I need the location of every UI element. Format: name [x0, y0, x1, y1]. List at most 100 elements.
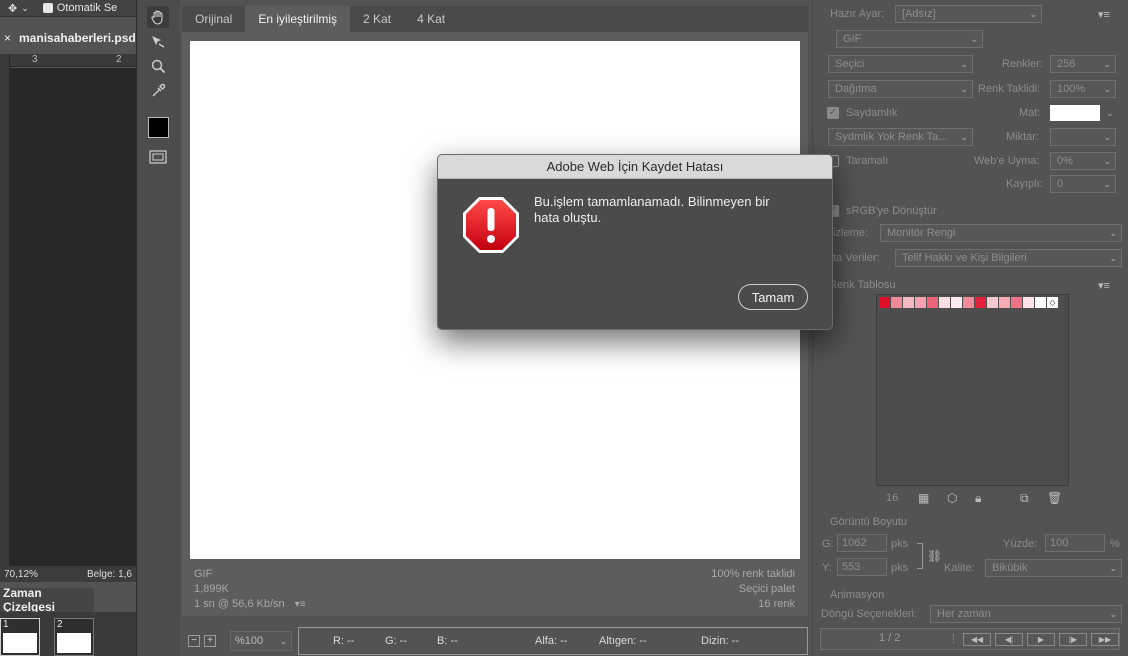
document-tab[interactable]: × manisahaberleri.psd — [0, 28, 136, 48]
previous-frame-button[interactable]: ◀| — [995, 633, 1023, 646]
dither-amount-value: 100% — [1057, 83, 1086, 95]
color-swatch[interactable] — [1011, 297, 1022, 308]
eyedropper-color-swatch[interactable] — [148, 117, 169, 138]
ruler-mark: 3 — [32, 54, 38, 65]
hand-tool-icon[interactable] — [147, 6, 169, 28]
ruler-mark: 2 — [116, 54, 122, 65]
width-input[interactable]: 1062 — [837, 534, 887, 552]
colors-dropdown[interactable]: 256 ⌄ — [1050, 55, 1116, 73]
chevron-down-icon: ⌄ — [279, 635, 287, 646]
frame-thumbnail — [3, 633, 37, 653]
color-count: 16 — [886, 492, 899, 504]
matte-dropdown[interactable]: ⌄ — [1102, 104, 1116, 122]
chevron-down-icon[interactable]: ⌄ — [21, 3, 29, 14]
matte-color-swatch[interactable] — [1050, 105, 1100, 121]
timeline-frame[interactable]: 1 — [0, 618, 40, 656]
resample-quality-value: Bikübik — [992, 562, 1028, 574]
color-swatch[interactable] — [963, 297, 974, 308]
tab-original[interactable]: Orijinal — [182, 6, 245, 32]
toggle-slices-icon[interactable] — [147, 146, 169, 168]
preview-mode-value: Monitör Rengi — [887, 227, 956, 239]
timeline-panel-tab[interactable]: Zaman Çizelgesi — [0, 586, 94, 614]
resample-quality-dropdown[interactable]: Bikübik ⌄ — [985, 559, 1122, 577]
timeline-frame[interactable]: 2 — [54, 618, 94, 656]
web-snap-dropdown[interactable]: 0% ⌄ — [1050, 152, 1116, 170]
divider — [953, 634, 956, 644]
color-swatch[interactable] — [939, 297, 950, 308]
color-swatch[interactable] — [903, 297, 914, 308]
frame-number: 1 — [3, 619, 9, 630]
tab-4-up[interactable]: 4 Kat — [404, 6, 458, 32]
transparency-checkbox[interactable]: ✓ — [827, 107, 839, 119]
timeline-panel: 1 2 — [0, 612, 136, 656]
color-swatch[interactable] — [1023, 297, 1034, 308]
tab-optimized[interactable]: En iyileştirilmiş — [245, 6, 351, 32]
move-tool-icon[interactable]: ✥ — [8, 2, 17, 15]
amount-dropdown[interactable]: ⌄ — [1050, 128, 1116, 146]
eyedropper-tool-icon[interactable] — [147, 80, 169, 102]
color-reduction-dropdown[interactable]: Seçici ⌄ — [828, 55, 973, 73]
transparency-dither-dropdown[interactable]: Sydmlık Yok Renk Ta... ⌄ — [828, 128, 973, 146]
zoom-in-button[interactable]: + — [204, 635, 216, 647]
readout-r: R: -- — [333, 635, 355, 647]
trash-icon[interactable]: 🗑︎ — [1047, 491, 1062, 505]
color-swatch[interactable] — [891, 297, 902, 308]
color-swatch[interactable] — [999, 297, 1010, 308]
zoom-tool-icon[interactable] — [147, 55, 169, 77]
cube-icon[interactable]: ⬡ — [947, 491, 957, 505]
web-shift-icon[interactable]: ▦ — [918, 491, 929, 505]
frame-number: 2 — [57, 619, 63, 630]
metadata-dropdown[interactable]: Telif Hakkı ve Kişi Bilgileri ⌄ — [895, 249, 1122, 267]
zoom-level-value: %100 — [235, 635, 264, 647]
chevron-down-icon: ⌄ — [960, 58, 968, 69]
color-swatch[interactable] — [1035, 297, 1046, 308]
preset-dropdown[interactable]: [Adsız] ⌄ — [895, 5, 1042, 23]
preview-mode-dropdown[interactable]: Monitör Rengi ⌄ — [880, 224, 1122, 242]
lock-icon[interactable]: 🔒︎ — [975, 491, 981, 506]
chevron-down-icon: ⌄ — [1109, 608, 1117, 619]
optimization-info: GIF 1,899K 1 sn @ 56,6 Kb/sn ▾≡ — [194, 567, 454, 612]
color-swatch[interactable] — [915, 297, 926, 308]
lossy-label: Kayıplı: — [1006, 178, 1043, 190]
color-table: ◇ — [876, 294, 1069, 486]
zoom-readout: 70,12% — [4, 568, 38, 580]
preview-tabs: Orijinal En iyileştirilmiş 2 Kat 4 Kat — [182, 6, 808, 32]
zoom-out-button[interactable]: − — [188, 635, 200, 647]
file-format-dropdown[interactable]: GIF ⌄ — [836, 30, 983, 48]
color-swatch[interactable] — [927, 297, 938, 308]
color-swatch[interactable] — [951, 297, 962, 308]
color-swatch[interactable] — [879, 297, 890, 308]
link-icon[interactable]: ⛓︎ — [927, 549, 942, 563]
ok-button[interactable]: Tamam — [738, 284, 808, 310]
color-table-menu-icon[interactable]: ▾≡ — [1098, 279, 1110, 292]
download-speed-menu-icon[interactable]: ▾≡ — [295, 597, 306, 612]
zoom-level-dropdown[interactable]: %100 ⌄ — [230, 631, 292, 651]
height-label: Y: — [822, 562, 832, 574]
height-input[interactable]: 553 — [837, 558, 887, 576]
tab-2-up[interactable]: 2 Kat — [350, 6, 404, 32]
image-size-title: Görüntü Boyutu — [830, 516, 908, 528]
dither-algorithm-dropdown[interactable]: Dağıtma ⌄ — [828, 80, 973, 98]
auto-select-checkbox[interactable] — [42, 3, 53, 13]
next-frame-button[interactable]: |▶ — [1059, 633, 1087, 646]
play-button[interactable]: ▶ — [1027, 633, 1055, 646]
panel-menu-icon[interactable]: ▾≡ — [1098, 8, 1110, 21]
ps-canvas[interactable] — [10, 68, 136, 566]
chevron-down-icon: ⌄ — [970, 33, 978, 44]
document-info: Belge: 1,6 — [86, 568, 132, 580]
first-frame-button[interactable]: ◀◀ — [963, 633, 991, 646]
last-frame-button[interactable]: ▶▶ — [1091, 633, 1119, 646]
web-snap-label: Web'e Uyma: — [974, 155, 1040, 167]
info-file-size: 1,899K — [194, 583, 229, 595]
percent-input[interactable]: 100 — [1045, 534, 1105, 552]
new-color-icon[interactable]: ⧉ — [1020, 491, 1029, 506]
slice-select-tool-icon[interactable] — [147, 30, 169, 52]
transparent-color-swatch[interactable]: ◇ — [1047, 297, 1058, 308]
loop-dropdown[interactable]: Her zaman ⌄ — [930, 605, 1122, 623]
color-swatch[interactable] — [975, 297, 986, 308]
dither-amount-dropdown[interactable]: 100% ⌄ — [1050, 80, 1116, 98]
close-icon[interactable]: × — [4, 31, 11, 45]
lossy-dropdown[interactable]: 0 ⌄ — [1050, 175, 1116, 193]
chevron-down-icon: ⌄ — [1109, 227, 1117, 238]
color-swatch[interactable] — [987, 297, 998, 308]
